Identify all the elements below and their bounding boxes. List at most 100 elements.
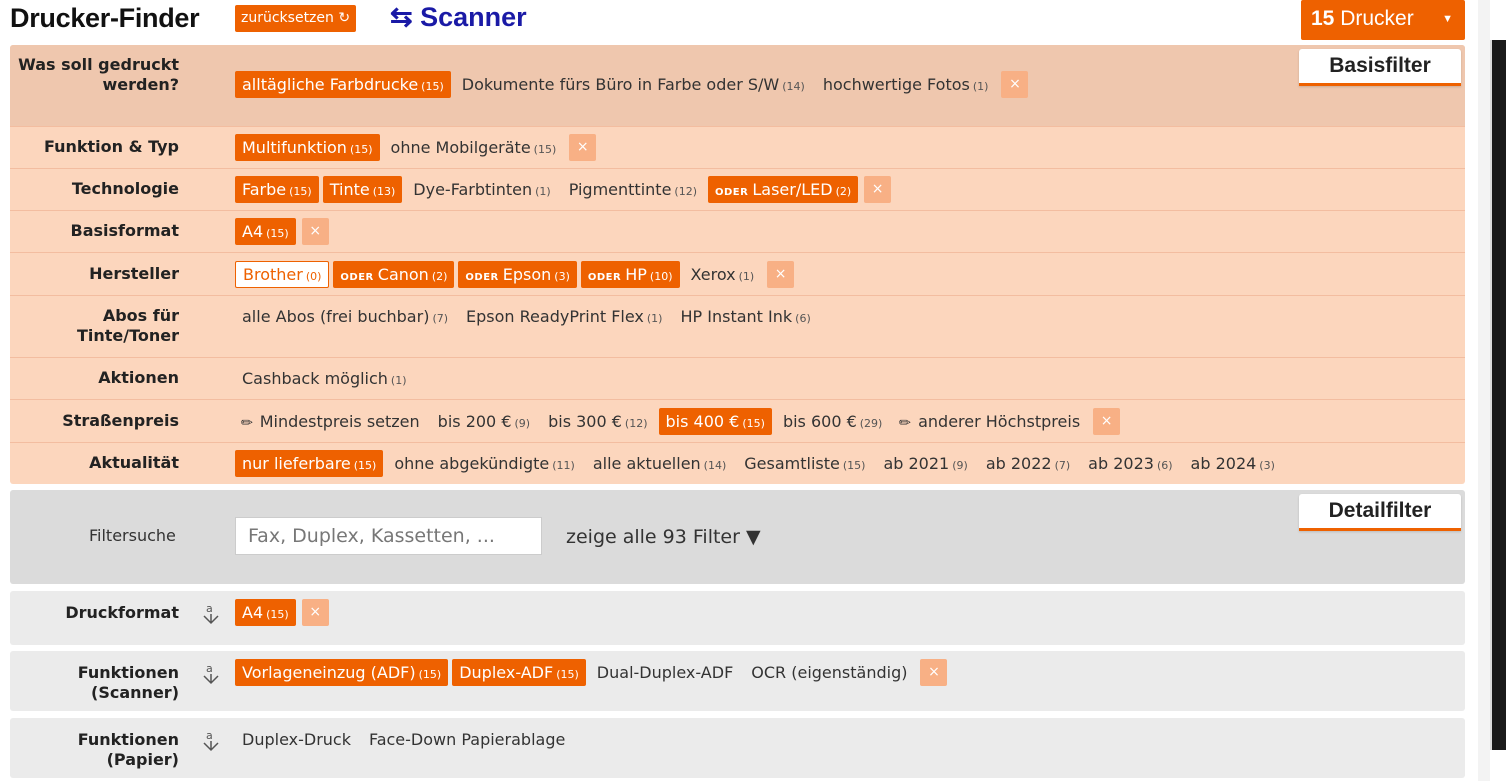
filter-option-label: bis 600 € (782, 412, 857, 431)
clear-filter-button[interactable]: × (767, 261, 795, 288)
svg-text:a: a (206, 662, 213, 675)
filter-option-epson[interactable]: ODER Epson (3) (458, 261, 577, 288)
scanner-link[interactable]: ⇆ Scanner (390, 2, 527, 33)
filter-option-dokumente-fürs-büro-in-farbe-oder-s-w[interactable]: Dokumente fürs Büro in Farbe oder S/W (14… (455, 71, 812, 98)
clear-filter-button[interactable]: × (864, 176, 892, 203)
filter-option-face-down-papierablage[interactable]: Face-Down Papierablage (362, 726, 572, 753)
filter-option-a4[interactable]: A4 (15) (235, 218, 296, 245)
filter-option-a4[interactable]: A4 (15) (235, 599, 296, 626)
filter-option-label: Brother (243, 265, 303, 284)
filter-row-label: Aktionen (98, 368, 179, 387)
filter-option-laser-led[interactable]: ODER Laser/LED (2) (708, 176, 859, 203)
filter-option-bis-200[interactable]: bis 200 € (9) (431, 408, 537, 435)
clear-filter-button[interactable]: × (569, 134, 597, 161)
filter-option-hp[interactable]: ODER HP (10) (580, 261, 680, 288)
filter-option-label: Vorlageneinzug (ADF) (242, 663, 416, 682)
filter-option-hochwertige-fotos[interactable]: hochwertige Fotos (1) (816, 71, 996, 98)
filter-option-alltägliche-farbdrucke[interactable]: alltägliche Farbdrucke (15) (235, 71, 451, 98)
filter-option-pigmenttinte[interactable]: Pigmenttinte (12) (562, 176, 704, 203)
filter-option-anderer-höchstpreis[interactable]: ✎ anderer Höchstpreis (893, 408, 1087, 435)
pencil-icon: ✎ (237, 413, 258, 433)
filter-option-ab-2023[interactable]: ab 2023 (6) (1081, 450, 1179, 477)
filter-option-label: bis 300 € (548, 412, 622, 431)
filter-option-count: (2) (431, 270, 448, 283)
page-title: Drucker-Finder (10, 3, 200, 33)
clear-filter-button[interactable]: × (301, 599, 329, 626)
clear-filter-button[interactable]: × (1093, 408, 1121, 435)
filter-option-label: Xerox (690, 265, 736, 284)
filter-option-cashback-möglich[interactable]: Cashback möglich (1) (235, 365, 414, 392)
filter-option-ocr-eigenständig[interactable]: OCR (eigenständig) (744, 659, 914, 686)
filter-option-label: Epson ReadyPrint Flex (466, 307, 644, 326)
filter-row: Basisformat A4 (15) × (10, 211, 1465, 253)
filter-option-ohne-mobilgeräte[interactable]: ohne Mobilgeräte (15) (384, 134, 564, 161)
filter-option-count: (6) (1156, 459, 1173, 472)
filter-option-alle-abos-frei-buchbar[interactable]: alle Abos (frei buchbar) (7) (235, 303, 455, 330)
filter-option-label: Gesamtliste (744, 454, 840, 473)
filter-option-count: (7) (1054, 459, 1071, 472)
filter-option-label: Pigmenttinte (568, 180, 672, 199)
filter-option-label: Laser/LED (752, 180, 833, 199)
filter-option-ab-2024[interactable]: ab 2024 (3) (1184, 450, 1282, 477)
filter-row: Abos für Tinte/Toner alle Abos (frei buch… (10, 296, 1465, 358)
filter-option-gesamtliste[interactable]: Gesamtliste (15) (737, 450, 872, 477)
sort-az-icon[interactable]: a (200, 601, 222, 627)
filter-option-epson-readyprint-flex[interactable]: Epson ReadyPrint Flex (1) (459, 303, 669, 330)
filter-option-count: (15) (556, 668, 579, 681)
filter-option-tinte[interactable]: Tinte (13) (322, 176, 403, 203)
filter-option-label: HP Instant Ink (680, 307, 793, 326)
filter-option-alle-aktuellen[interactable]: alle aktuellen (14) (586, 450, 733, 477)
result-count-label: Drucker (1340, 7, 1414, 30)
filter-option-label: Dye-Farbtinten (413, 180, 533, 199)
filter-row-options: Brother (0) ODER Canon (2) ODER Epson (3) ODER HP… (235, 261, 795, 288)
filter-option-ab-2021[interactable]: ab 2021 (9) (876, 450, 974, 477)
filter-option-bis-400[interactable]: bis 400 € (15) (658, 408, 772, 435)
filter-option-duplex-druck[interactable]: Duplex-Druck (235, 726, 358, 753)
reset-button[interactable]: zurücksetzen ↻ (235, 5, 357, 32)
filter-option-bis-600[interactable]: bis 600 € (29) (776, 408, 889, 435)
filter-option-count: (10) (649, 270, 673, 283)
clear-filter-button[interactable]: × (1001, 71, 1029, 98)
clear-filter-button[interactable]: × (301, 218, 329, 245)
filter-option-label: OCR (eigenständig) (751, 663, 908, 682)
tab-detailfilter[interactable]: Detailfilter (1299, 494, 1461, 531)
filter-option-dye-farbtinten[interactable]: Dye-Farbtinten (1) (406, 176, 557, 203)
filter-option-label: ohne abgekündigte (394, 454, 550, 473)
filter-option-label: alle aktuellen (592, 454, 701, 473)
sort-az-icon[interactable]: a (200, 728, 222, 754)
filter-option-mindestpreis-setzen[interactable]: ✎ Mindestpreis setzen (235, 408, 427, 435)
result-count-button[interactable]: 15 Drucker ▼ (1301, 0, 1465, 40)
filter-option-label: Dokumente fürs Büro in Farbe oder S/W (461, 75, 780, 94)
filter-row-label: Basisformat (70, 221, 179, 240)
filter-option-nur-lieferbare[interactable]: nur lieferbare (15) (235, 450, 384, 477)
sort-az-icon[interactable]: a (200, 661, 222, 687)
clear-filter-button[interactable]: × (920, 659, 948, 686)
filter-option-vorlageneinzug-adf[interactable]: Vorlageneinzug (ADF) (15) (235, 659, 449, 686)
filter-option-count: (15) (842, 459, 866, 472)
filter-option-count: (29) (859, 417, 883, 430)
filter-option-bis-300[interactable]: bis 300 € (12) (541, 408, 654, 435)
filter-option-label: Face-Down Papierablage (368, 730, 566, 749)
filter-search-input[interactable] (235, 517, 542, 555)
filter-option-multifunktion[interactable]: Multifunktion (15) (235, 134, 380, 161)
filter-option-label: Tinte (329, 180, 370, 199)
oder-prefix: ODER (587, 272, 622, 283)
tab-basisfilter[interactable]: Basisfilter (1299, 49, 1461, 86)
filter-option-brother[interactable]: Brother (0) (235, 261, 330, 288)
filter-option-ab-2022[interactable]: ab 2022 (7) (979, 450, 1077, 477)
filter-option-xerox[interactable]: Xerox (1) (684, 261, 762, 288)
filter-option-canon[interactable]: ODER Canon (2) (333, 261, 455, 288)
filter-option-hp-instant-ink[interactable]: HP Instant Ink (6) (673, 303, 817, 330)
filter-option-count: (12) (674, 185, 697, 198)
filter-option-label: Mindestpreis setzen (259, 412, 420, 431)
filter-option-label: ohne Mobilgeräte (390, 138, 531, 157)
filter-row-options: Farbe (15) Tinte (13) Dye-Farbtinten (1) Pigme… (235, 176, 892, 203)
filter-option-count: (1) (646, 312, 663, 325)
show-all-filters-button[interactable]: zeige alle 93 Filter ▼ (566, 526, 761, 548)
filter-row-options: A4 (15) × (235, 599, 329, 626)
filter-option-duplex-adf[interactable]: Duplex-ADF (15) (452, 659, 586, 686)
filter-option-label: Duplex-ADF (459, 663, 554, 682)
filter-option-ohne-abgekündigte[interactable]: ohne abgekündigte (11) (387, 450, 581, 477)
filter-option-farbe[interactable]: Farbe (15) (235, 176, 319, 203)
filter-option-dual-duplex-adf[interactable]: Dual-Duplex-ADF (590, 659, 740, 686)
